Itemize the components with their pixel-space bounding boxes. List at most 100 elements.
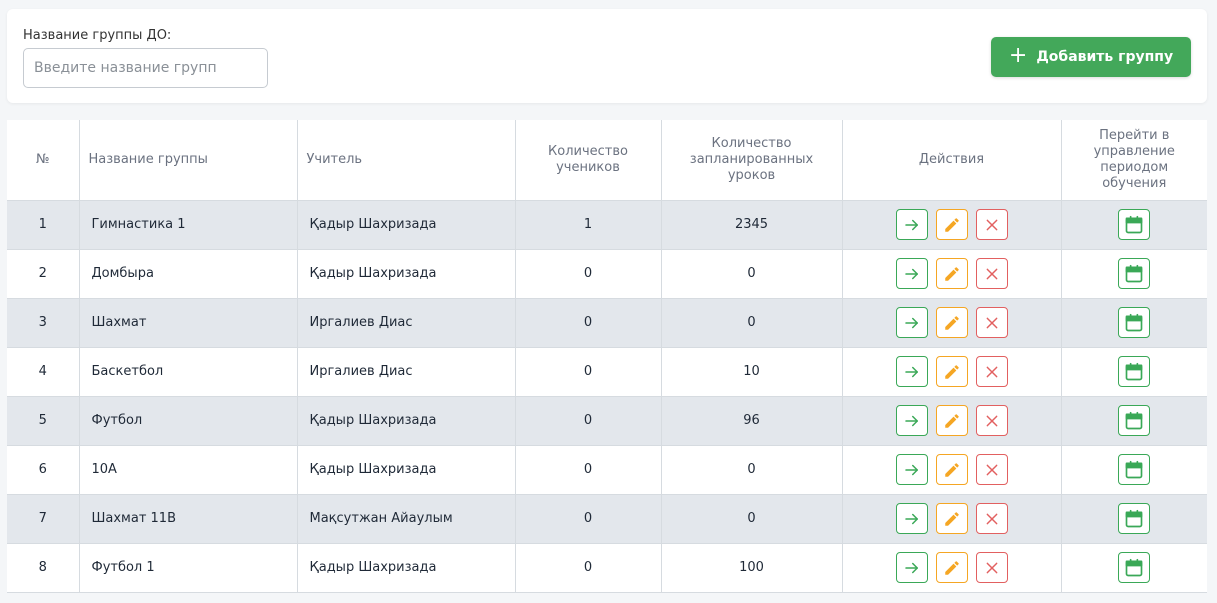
cell-students-count: 1 — [515, 200, 662, 250]
arrow-right-icon — [903, 314, 921, 332]
delete-group-button[interactable] — [975, 454, 1008, 485]
close-icon — [984, 315, 1000, 331]
cell-group-name: Баскетбол — [79, 347, 298, 397]
cell-students-count: 0 — [515, 543, 662, 593]
arrow-right-icon — [903, 412, 921, 430]
cell-actions — [842, 249, 1062, 299]
delete-group-button[interactable] — [975, 209, 1008, 240]
pencil-icon — [943, 265, 961, 283]
go-to-group-button[interactable] — [895, 307, 928, 338]
period-management-button[interactable] — [1118, 503, 1151, 534]
cell-period — [1061, 445, 1207, 495]
cell-group-name: Гимнастика 1 — [79, 200, 298, 250]
cell-students-count: 0 — [515, 494, 662, 544]
cell-period — [1061, 347, 1207, 397]
cell-group-name: Футбол 1 — [79, 543, 298, 593]
close-icon — [984, 266, 1000, 282]
go-to-group-button[interactable] — [895, 356, 928, 387]
table-row: 4 Баскетбол Иргалиев Диас 0 10 — [7, 347, 1207, 397]
cell-teacher: Қадыр Шахризада — [297, 249, 516, 299]
arrow-right-icon — [903, 265, 921, 283]
go-to-group-button[interactable] — [895, 503, 928, 534]
edit-group-button[interactable] — [935, 552, 968, 583]
col-header-lessons: Количество запланированных уроков — [661, 120, 843, 201]
edit-group-button[interactable] — [935, 503, 968, 534]
cell-lessons-count: 0 — [661, 298, 843, 348]
calendar-icon — [1124, 411, 1144, 431]
cell-students-count: 0 — [515, 445, 662, 495]
edit-group-button[interactable] — [935, 209, 968, 240]
filter-panel: Название группы ДО: + Добавить группу — [7, 9, 1207, 103]
cell-num: 3 — [7, 298, 80, 348]
cell-period — [1061, 249, 1207, 299]
table-row: 7 Шахмат 11В Мақсутжан Айаулым 0 0 — [7, 494, 1207, 544]
cell-students-count: 0 — [515, 347, 662, 397]
delete-group-button[interactable] — [975, 307, 1008, 338]
delete-group-button[interactable] — [975, 503, 1008, 534]
period-management-button[interactable] — [1118, 258, 1151, 289]
go-to-group-button[interactable] — [895, 454, 928, 485]
table-row: 5 Футбол Қадыр Шахризада 0 96 — [7, 396, 1207, 446]
cell-actions — [842, 347, 1062, 397]
calendar-icon — [1124, 558, 1144, 578]
go-to-group-button[interactable] — [895, 209, 928, 240]
period-management-button[interactable] — [1118, 356, 1151, 387]
pencil-icon — [943, 363, 961, 381]
col-header-period: Перейти в управление периодом обучения — [1061, 120, 1207, 201]
col-header-name: Название группы — [79, 120, 298, 201]
arrow-right-icon — [903, 559, 921, 577]
table-header-row: № Название группы Учитель Количество уче… — [7, 120, 1207, 201]
cell-group-name: Шахмат 11В — [79, 494, 298, 544]
cell-teacher: Қадыр Шахризада — [297, 200, 516, 250]
cell-group-name: Футбол — [79, 396, 298, 446]
period-management-button[interactable] — [1118, 454, 1151, 485]
close-icon — [984, 217, 1000, 233]
arrow-right-icon — [903, 216, 921, 234]
cell-actions — [842, 396, 1062, 446]
period-management-button[interactable] — [1118, 552, 1151, 583]
delete-group-button[interactable] — [975, 552, 1008, 583]
edit-group-button[interactable] — [935, 258, 968, 289]
period-management-button[interactable] — [1118, 405, 1151, 436]
go-to-group-button[interactable] — [895, 552, 928, 583]
cell-lessons-count: 100 — [661, 543, 843, 593]
edit-group-button[interactable] — [935, 307, 968, 338]
calendar-icon — [1124, 215, 1144, 235]
cell-actions — [842, 543, 1062, 593]
pencil-icon — [943, 314, 961, 332]
cell-group-name: Шахмат — [79, 298, 298, 348]
pencil-icon — [943, 510, 961, 528]
group-name-search-input[interactable] — [23, 48, 268, 88]
col-header-actions: Действия — [842, 120, 1062, 201]
delete-group-button[interactable] — [975, 405, 1008, 436]
pencil-icon — [943, 559, 961, 577]
edit-group-button[interactable] — [935, 454, 968, 485]
delete-group-button[interactable] — [975, 258, 1008, 289]
cell-actions — [842, 200, 1062, 250]
cell-num: 5 — [7, 396, 80, 446]
cell-group-name: Домбыра — [79, 249, 298, 299]
cell-lessons-count: 96 — [661, 396, 843, 446]
edit-group-button[interactable] — [935, 356, 968, 387]
cell-num: 8 — [7, 543, 80, 593]
period-management-button[interactable] — [1118, 209, 1151, 240]
table-row: 1 Гимнастика 1 Қадыр Шахризада 1 2345 — [7, 200, 1207, 250]
delete-group-button[interactable] — [975, 356, 1008, 387]
edit-group-button[interactable] — [935, 405, 968, 436]
arrow-right-icon — [903, 461, 921, 479]
groups-table-card: № Название группы Учитель Количество уче… — [7, 120, 1207, 593]
cell-lessons-count: 0 — [661, 494, 843, 544]
pencil-icon — [943, 412, 961, 430]
close-icon — [984, 511, 1000, 527]
cell-teacher: Иргалиев Диас — [297, 298, 516, 348]
cell-num: 1 — [7, 200, 80, 250]
calendar-icon — [1124, 264, 1144, 284]
close-icon — [984, 560, 1000, 576]
cell-students-count: 0 — [515, 249, 662, 299]
go-to-group-button[interactable] — [895, 405, 928, 436]
close-icon — [984, 413, 1000, 429]
go-to-group-button[interactable] — [895, 258, 928, 289]
cell-teacher: Қадыр Шахризада — [297, 445, 516, 495]
period-management-button[interactable] — [1118, 307, 1151, 338]
add-group-button[interactable]: + Добавить группу — [991, 37, 1191, 77]
